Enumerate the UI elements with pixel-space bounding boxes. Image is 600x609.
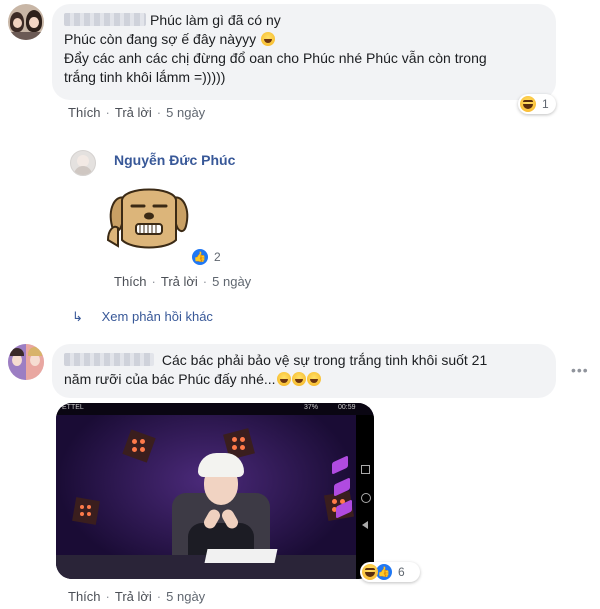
haha-icon <box>362 564 378 580</box>
dog-sticker[interactable] <box>106 180 192 252</box>
like-link[interactable]: Thích <box>68 589 101 604</box>
comment-line: Phúc làm gì đã có ny <box>64 11 544 30</box>
comment-actions: Thích · Trả lời · 5 ngày <box>68 105 206 120</box>
like-icon: 👍 <box>192 249 208 265</box>
reply-link[interactable]: Trả lời <box>161 274 198 289</box>
more-replies-link[interactable]: ↳ Xem phản hồi khác <box>72 309 213 325</box>
timestamp[interactable]: 5 ngày <box>212 274 251 289</box>
reply-actions: Thích · Trả lời · 5 ngày <box>114 274 252 289</box>
reply-link[interactable]: Trả lời <box>115 105 152 120</box>
reaction-summary[interactable]: 👍 6 <box>360 562 420 582</box>
timestamp[interactable]: 5 ngày <box>166 105 205 120</box>
reaction-summary[interactable]: 👍 2 <box>190 247 226 267</box>
rofl-emoji-icon <box>306 372 321 386</box>
more-options-icon[interactable]: ••• <box>571 362 589 378</box>
reaction-count: 1 <box>542 97 549 111</box>
avatar[interactable] <box>8 4 44 40</box>
comment-line: năm rưỡi của bác Phúc đấy nhé... <box>64 370 544 389</box>
haha-icon <box>520 96 536 112</box>
like-link[interactable]: Thích <box>114 274 147 289</box>
phone-nav-bar <box>356 415 374 579</box>
comment-line: trắng tinh khôi lắmm =))))) <box>64 69 226 85</box>
comment-line: Phúc còn đang sợ ế đây nàyyy <box>64 30 544 49</box>
rofl-emoji-icon <box>291 372 306 386</box>
comment-actions: Thích · Trả lời · 5 ngày <box>68 589 206 604</box>
comment-bubble: Phúc làm gì đã có ny Phúc còn đang sợ ế … <box>52 4 556 100</box>
reaction-summary[interactable]: 1 <box>518 94 556 114</box>
laughing-emoji-icon <box>260 32 275 46</box>
reaction-count: 2 <box>214 250 221 264</box>
reply-arrow-icon: ↳ <box>72 309 83 324</box>
reply-author[interactable]: Nguyễn Đức Phúc <box>114 152 235 168</box>
reply-link[interactable]: Trả lời <box>115 589 152 604</box>
like-icon: 👍 <box>376 564 392 580</box>
phone-status-bar: ETTEL 37% 00:59 <box>56 403 374 415</box>
comment-line: Đẩy các anh các chị đừng đổ oan cho Phúc… <box>64 50 487 66</box>
comment-line: Các bác phải bảo vệ sự trong trắng tinh … <box>64 351 544 370</box>
blurred-author-name[interactable] <box>64 13 146 26</box>
like-link[interactable]: Thích <box>68 105 101 120</box>
reply-avatar[interactable] <box>70 150 96 176</box>
reaction-count: 6 <box>398 565 405 579</box>
comment-bubble: Các bác phải bảo vệ sự trong trắng tinh … <box>52 344 556 398</box>
rofl-emoji-icon <box>276 372 291 386</box>
attached-video-screenshot[interactable]: ETTEL 37% 00:59 <box>56 403 374 579</box>
timestamp[interactable]: 5 ngày <box>166 589 205 604</box>
avatar[interactable] <box>8 344 44 380</box>
blurred-author-name[interactable] <box>64 353 154 366</box>
